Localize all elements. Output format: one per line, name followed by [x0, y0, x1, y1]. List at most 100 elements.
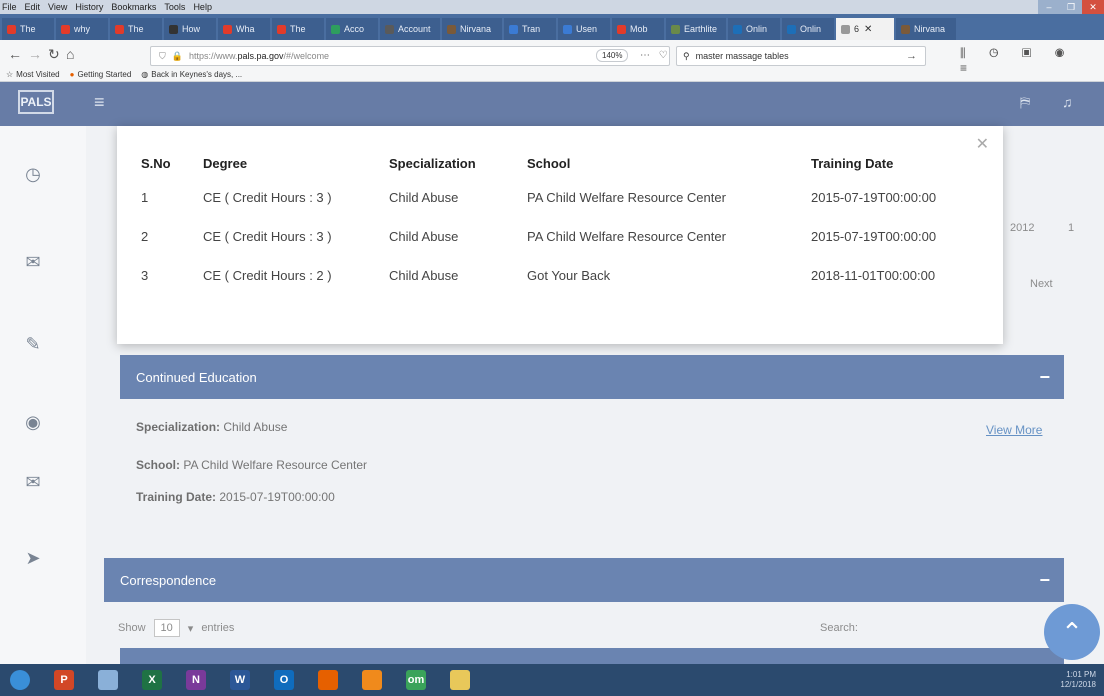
outlook-icon: O — [274, 670, 294, 690]
tab-favicon-icon — [841, 24, 850, 34]
tab-label: Account — [398, 24, 431, 34]
browser-tab[interactable]: Nirvana — [896, 18, 956, 40]
menu-view[interactable]: View — [48, 2, 67, 12]
taskbar-excel-button[interactable]: X — [132, 666, 172, 694]
powerpoint-icon: P — [54, 670, 74, 690]
menu-bookmarks[interactable]: Bookmarks — [111, 2, 156, 12]
window-controls: – ❐ ✕ — [1038, 0, 1104, 14]
tracking-shield-icon[interactable]: ⛉ — [159, 51, 166, 62]
cell-specialization: Child Abuse — [389, 190, 459, 205]
tab-label: Nirvana — [914, 24, 946, 34]
cell-school: Got Your Back — [527, 268, 611, 283]
cell-degree: CE ( Credit Hours : 2 ) — [203, 268, 332, 283]
browser-tab[interactable]: The — [272, 18, 324, 40]
tab-favicon-icon — [563, 24, 572, 34]
col-degree: Degree — [203, 155, 248, 171]
taskbar-om-button[interactable]: om — [396, 666, 436, 694]
cell-training-date: 2018-11-01T00:00:00 — [811, 268, 936, 283]
cell-degree: CE ( Credit Hours : 3 ) — [203, 190, 332, 205]
tab-favicon-icon — [385, 24, 394, 34]
browser-tab[interactable]: The — [110, 18, 162, 40]
word-icon: W — [230, 670, 250, 690]
home-icon[interactable]: ⌂ — [66, 46, 74, 62]
col-training-date: Training Date — [811, 155, 894, 171]
browser-tab[interactable]: Earthlite — [666, 18, 726, 40]
bookmark-most-visited[interactable]: ☆ Most Visited — [6, 70, 60, 79]
taskbar-onenote-button[interactable]: N — [176, 666, 216, 694]
close-icon[interactable]: ✕ — [1082, 0, 1104, 14]
menu-file[interactable]: File — [2, 2, 17, 12]
browser-tab[interactable]: How — [164, 18, 216, 40]
tab-strip: The why The How Wha The Acco Account Nirvana Tran… — [0, 14, 1104, 40]
tab-favicon-icon — [447, 24, 456, 34]
menu-tools[interactable]: Tools — [164, 2, 185, 12]
taskbar-files-button[interactable] — [88, 666, 128, 694]
url-domain: pals.pa.gov — [237, 51, 284, 61]
tab-close-icon[interactable]: ✕ — [864, 24, 872, 35]
browser-tab[interactable]: why — [56, 18, 108, 40]
col-school: School — [527, 155, 571, 171]
tab-favicon-icon — [509, 24, 518, 34]
tab-favicon-icon — [331, 24, 340, 34]
tab-label: Earthlite — [684, 24, 718, 34]
tab-favicon-icon — [787, 24, 796, 34]
forward-arrow-icon[interactable]: → — [28, 46, 42, 62]
search-go-icon[interactable]: → — [906, 50, 917, 62]
table-row: 1 CE ( Credit Hours : 3 ) Child Abuse PA… — [141, 178, 991, 217]
minimize-icon[interactable]: – — [1038, 0, 1060, 14]
tab-favicon-icon — [277, 24, 286, 34]
cell-training-date: 2015-07-19T00:00:00 — [811, 190, 937, 205]
tab-label: How — [182, 24, 201, 34]
bookmark-getting-started[interactable]: ● Getting Started — [70, 70, 132, 79]
files-icon — [98, 670, 118, 690]
browser-tab[interactable]: Onlin — [728, 18, 780, 40]
bookmarks-bar: ☆ Most Visited ● Getting Started ◍ Back in … — [0, 66, 252, 82]
toolbar-icons[interactable]: ⫼ ◷ ▣ ◉ ≡ — [960, 46, 1104, 75]
tab-label: Acco — [344, 24, 365, 34]
tab-label: Nirvana — [460, 24, 492, 34]
tab-favicon-icon — [617, 24, 626, 34]
tab-label: Wha — [236, 24, 255, 34]
taskbar-start-button[interactable] — [0, 666, 40, 694]
browser-tab[interactable]: Onlin — [782, 18, 834, 40]
back-arrow-icon[interactable]: ← — [8, 46, 22, 62]
taskbar-word-button[interactable]: W — [220, 666, 260, 694]
taskbar-explorer-button[interactable] — [440, 666, 480, 694]
system-tray[interactable]: 1:01 PM 12/1/2018 — [1060, 670, 1096, 690]
tab-label: Onlin — [800, 24, 822, 34]
menu-help[interactable]: Help — [193, 2, 212, 12]
restore-icon[interactable]: ❐ — [1060, 0, 1082, 14]
menu-edit[interactable]: Edit — [25, 2, 41, 12]
onenote-icon: N — [186, 670, 206, 690]
training-details-modal: ✕ S.No Degree Specialization School Trai… — [117, 126, 1003, 344]
tab-label: The — [20, 24, 36, 34]
browser-tab[interactable]: 6 ✕ — [836, 18, 894, 40]
firefox-icon — [318, 670, 338, 690]
taskbar-media-button[interactable] — [352, 666, 392, 694]
browser-tab[interactable]: The — [2, 18, 54, 40]
menu-history[interactable]: History — [75, 2, 103, 12]
search-box[interactable]: ⚲ master massage tables → — [676, 46, 926, 66]
cell-sno: 3 — [141, 268, 149, 283]
browser-tab[interactable]: Wha — [218, 18, 270, 40]
lock-icon[interactable]: 🔒 — [172, 51, 183, 62]
taskbar-firefox-button[interactable] — [308, 666, 348, 694]
zoom-level-badge[interactable]: 140% — [596, 49, 629, 62]
url-bar[interactable]: ⛉ 🔒 https://www. pals.pa.gov/#/welcome — [150, 46, 670, 66]
url-prefix: https://www. — [188, 51, 238, 61]
tab-label: 6 — [854, 24, 860, 34]
browser-tab[interactable]: Account — [380, 18, 440, 40]
browser-tab[interactable]: Mob — [612, 18, 664, 40]
bookmark-keynes[interactable]: ◍ Back in Keynes's days, ... — [141, 70, 242, 79]
col-sno: S.No — [141, 155, 171, 171]
clock-date: 12/1/2018 — [1060, 680, 1096, 689]
browser-tab[interactable]: Usen — [558, 18, 610, 40]
reload-icon[interactable]: ↻ — [48, 46, 60, 63]
browser-tab[interactable]: Acco — [326, 18, 378, 40]
tab-favicon-icon — [901, 24, 910, 34]
taskbar-powerpoint-button[interactable]: P — [44, 666, 84, 694]
browser-tab[interactable]: Nirvana — [442, 18, 502, 40]
col-specialization: Specialization — [389, 155, 476, 171]
taskbar-outlook-button[interactable]: O — [264, 666, 304, 694]
browser-tab[interactable]: Tran — [504, 18, 556, 40]
